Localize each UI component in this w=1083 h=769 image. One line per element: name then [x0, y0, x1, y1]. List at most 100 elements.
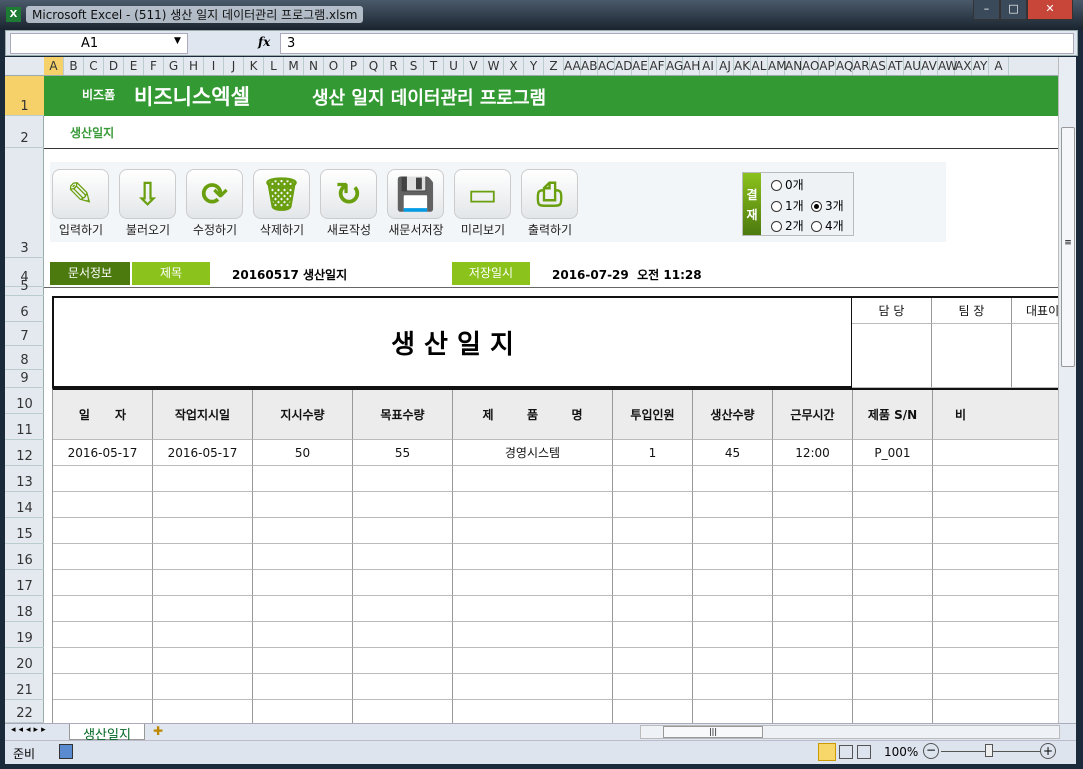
- scroll-thumb[interactable]: ≡: [1061, 127, 1075, 367]
- table-cell[interactable]: [153, 466, 253, 492]
- column-header[interactable]: O: [324, 57, 344, 75]
- table-cell[interactable]: [693, 596, 773, 622]
- table-cell[interactable]: [53, 596, 153, 622]
- table-cell[interactable]: [453, 518, 613, 544]
- table-cell[interactable]: [773, 492, 853, 518]
- row-header[interactable]: 2: [5, 116, 44, 148]
- macro-record-icon[interactable]: [59, 744, 73, 759]
- vertical-scrollbar[interactable]: ≡: [1058, 57, 1076, 723]
- column-header[interactable]: AT: [887, 57, 904, 75]
- table-cell[interactable]: [613, 700, 693, 723]
- row-header[interactable]: 18: [5, 596, 44, 622]
- table-cell[interactable]: [613, 492, 693, 518]
- column-header[interactable]: AG: [666, 57, 683, 75]
- radio-0[interactable]: 0개: [771, 176, 804, 193]
- insert-sheet-icon[interactable]: ✚: [153, 724, 163, 738]
- 새로작성-button[interactable]: ↻: [320, 169, 377, 219]
- table-cell[interactable]: 1: [613, 440, 693, 466]
- row-header[interactable]: 21: [5, 674, 44, 700]
- row-header[interactable]: 15: [5, 518, 44, 544]
- column-header[interactable]: A: [44, 57, 64, 75]
- column-header[interactable]: W: [484, 57, 504, 75]
- column-header[interactable]: U: [444, 57, 464, 75]
- table-cell[interactable]: [353, 544, 453, 570]
- column-header[interactable]: G: [164, 57, 184, 75]
- table-cell[interactable]: [453, 596, 613, 622]
- column-header[interactable]: E: [124, 57, 144, 75]
- row-header[interactable]: 16: [5, 544, 44, 570]
- table-cell[interactable]: [853, 570, 933, 596]
- table-cell[interactable]: [933, 570, 1058, 596]
- table-cell[interactable]: [153, 674, 253, 700]
- toolbar-label[interactable]: 미리보기: [448, 221, 518, 238]
- table-cell[interactable]: 50: [253, 440, 353, 466]
- table-cell[interactable]: [353, 622, 453, 648]
- column-header[interactable]: X: [504, 57, 524, 75]
- table-cell[interactable]: [353, 492, 453, 518]
- table-cell[interactable]: [353, 596, 453, 622]
- column-header[interactable]: R: [384, 57, 404, 75]
- column-header[interactable]: AS: [870, 57, 887, 75]
- column-header[interactable]: AK: [734, 57, 751, 75]
- table-cell[interactable]: [693, 466, 773, 492]
- table-cell[interactable]: [773, 622, 853, 648]
- table-cell[interactable]: [933, 518, 1058, 544]
- table-cell[interactable]: [253, 596, 353, 622]
- column-header[interactable]: AC: [598, 57, 615, 75]
- toolbar-label[interactable]: 새로작성: [314, 221, 384, 238]
- table-cell[interactable]: [933, 674, 1058, 700]
- table-cell[interactable]: [933, 440, 1058, 466]
- page-break-icon[interactable]: [857, 745, 871, 759]
- table-cell[interactable]: [453, 648, 613, 674]
- normal-view-icon[interactable]: [818, 743, 836, 761]
- table-cell[interactable]: [453, 674, 613, 700]
- table-cell[interactable]: [853, 544, 933, 570]
- column-header[interactable]: AW: [938, 57, 957, 75]
- table-cell[interactable]: [933, 492, 1058, 518]
- chevron-down-icon[interactable]: ▼: [174, 36, 181, 46]
- table-cell[interactable]: 12:00: [773, 440, 853, 466]
- table-cell[interactable]: [933, 596, 1058, 622]
- table-cell[interactable]: [353, 466, 453, 492]
- column-header[interactable]: AM: [768, 57, 787, 75]
- column-header[interactable]: L: [264, 57, 284, 75]
- table-cell[interactable]: [693, 674, 773, 700]
- table-cell[interactable]: [933, 700, 1058, 723]
- column-header[interactable]: AY: [972, 57, 989, 75]
- column-header[interactable]: Q: [364, 57, 384, 75]
- table-cell[interactable]: [253, 518, 353, 544]
- toolbar-label[interactable]: 삭제하기: [247, 221, 317, 238]
- table-cell[interactable]: [773, 518, 853, 544]
- toolbar-label[interactable]: 출력하기: [515, 221, 585, 238]
- column-header[interactable]: S: [404, 57, 424, 75]
- column-header[interactable]: C: [84, 57, 104, 75]
- table-cell[interactable]: [613, 544, 693, 570]
- close-button[interactable]: ✕: [1027, 0, 1073, 20]
- column-header[interactable]: AU: [904, 57, 921, 75]
- table-cell[interactable]: P_001: [853, 440, 933, 466]
- table-cell[interactable]: [693, 700, 773, 723]
- table-cell[interactable]: [773, 648, 853, 674]
- formula-input[interactable]: 3: [280, 33, 1074, 54]
- row-header[interactable]: 22: [5, 700, 44, 723]
- radio-4[interactable]: 4개: [811, 217, 844, 234]
- table-cell[interactable]: [773, 596, 853, 622]
- table-cell[interactable]: [693, 492, 773, 518]
- table-cell[interactable]: [613, 596, 693, 622]
- toolbar-label[interactable]: 수정하기: [180, 221, 250, 238]
- column-header[interactable]: AL: [751, 57, 768, 75]
- table-cell[interactable]: [933, 648, 1058, 674]
- row-header[interactable]: 19: [5, 622, 44, 648]
- column-header[interactable]: AQ: [836, 57, 853, 75]
- table-cell[interactable]: [253, 492, 353, 518]
- table-cell[interactable]: [613, 518, 693, 544]
- table-cell[interactable]: [453, 622, 613, 648]
- table-cell[interactable]: [253, 622, 353, 648]
- table-cell[interactable]: [613, 466, 693, 492]
- table-cell[interactable]: 45: [693, 440, 773, 466]
- column-header[interactable]: AB: [581, 57, 598, 75]
- table-cell[interactable]: [353, 674, 453, 700]
- column-header[interactable]: K: [244, 57, 264, 75]
- toolbar-label[interactable]: 불러오기: [113, 221, 183, 238]
- table-cell[interactable]: [153, 700, 253, 723]
